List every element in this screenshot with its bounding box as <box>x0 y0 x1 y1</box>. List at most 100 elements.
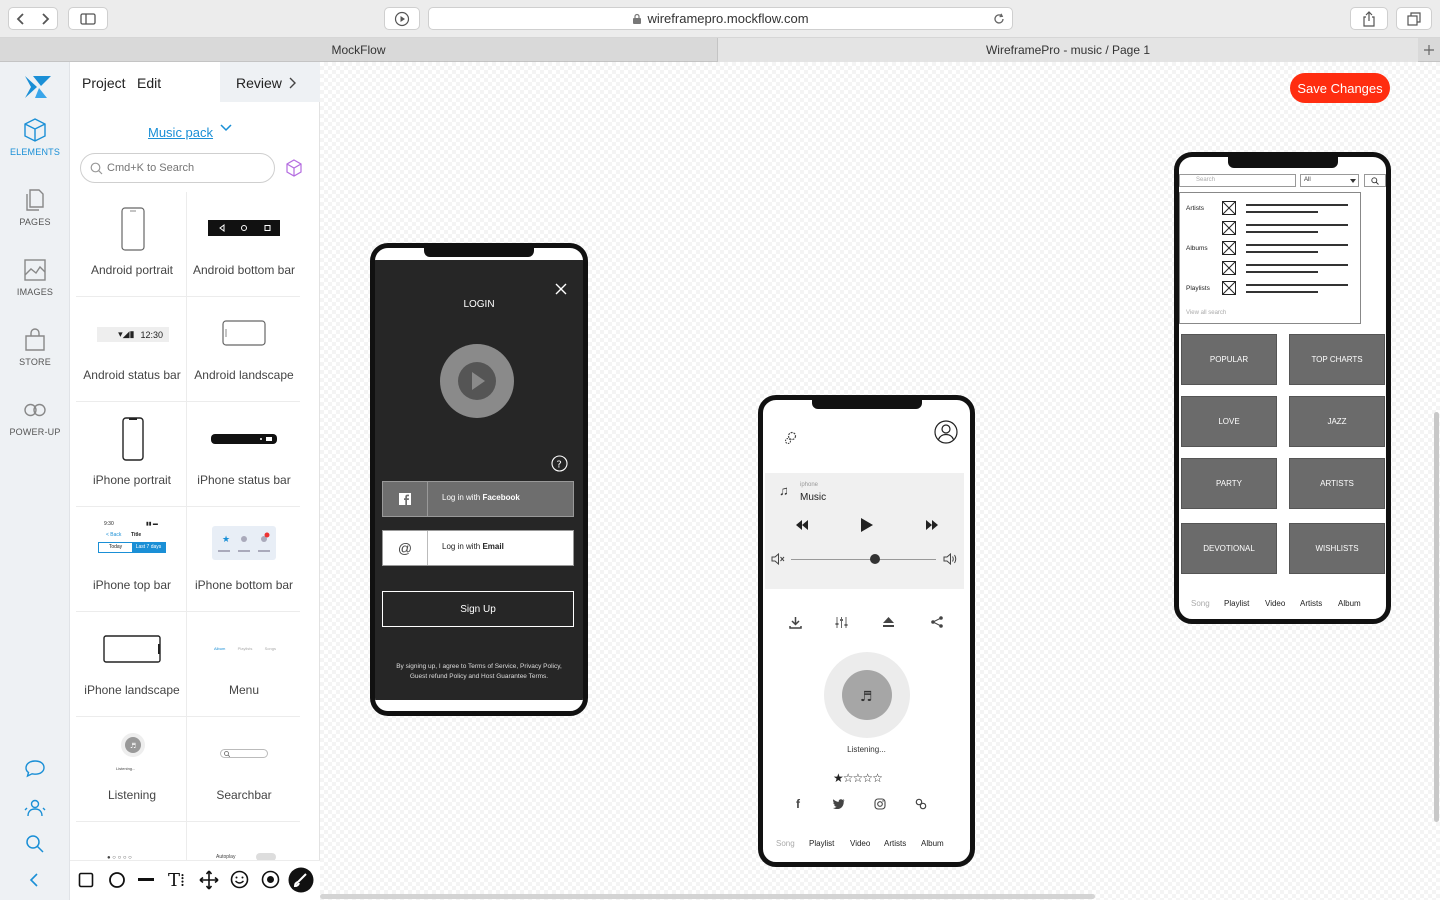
element-android-portrait[interactable]: Android portrait <box>76 193 188 297</box>
menu-project[interactable]: Project <box>82 75 126 91</box>
collapse-chevron-icon[interactable] <box>27 872 41 888</box>
category-tile[interactable]: LOVE <box>1181 396 1277 447</box>
menu-edit[interactable]: Edit <box>137 75 161 91</box>
nav-album[interactable]: Album <box>921 839 944 848</box>
facebook-login-button[interactable]: Log in with Facebook <box>382 481 574 517</box>
element-searchbar[interactable]: Searchbar <box>188 718 300 822</box>
facebook-icon[interactable]: f <box>796 797 800 811</box>
category-tile[interactable]: PARTY <box>1181 458 1277 509</box>
zoom-icon[interactable] <box>25 834 45 854</box>
nav-song[interactable]: Song <box>1191 599 1210 608</box>
profile-icon[interactable] <box>934 420 958 444</box>
nav-artists[interactable]: Artists <box>884 839 906 848</box>
rewind-icon[interactable] <box>795 519 809 531</box>
line-tool-icon[interactable] <box>138 878 154 882</box>
emoji-tool-icon[interactable] <box>230 870 249 889</box>
star-empty-icon[interactable]: ☆ <box>843 771 854 785</box>
element-listening[interactable]: ♬ Listening... Listening <box>76 718 188 822</box>
play-circle-icon[interactable] <box>439 343 515 419</box>
design-canvas[interactable]: Save Changes LOGIN ? Log in with Faceboo… <box>320 62 1440 900</box>
review-button[interactable]: Review <box>220 62 320 102</box>
search-phone[interactable]: Search All Artists Albums Playlists View a… <box>1174 152 1391 624</box>
new-tab-button[interactable] <box>1418 38 1440 62</box>
category-tile[interactable]: ARTISTS <box>1289 458 1385 509</box>
reader-button[interactable] <box>384 7 420 30</box>
play-icon[interactable] <box>860 517 874 533</box>
element-iphone-status-bar[interactable]: iPhone status bar <box>188 403 300 507</box>
save-changes-button[interactable]: Save Changes <box>1290 73 1390 103</box>
share-button[interactable] <box>1350 7 1388 30</box>
instagram-icon[interactable] <box>874 798 886 810</box>
star-empty-icon[interactable]: ☆ <box>853 771 864 785</box>
element-android-status-bar[interactable]: ▾◢▮ 12:30 Android status bar <box>76 298 188 402</box>
nav-playlist[interactable]: Playlist <box>809 839 834 848</box>
category-tile[interactable]: JAZZ <box>1289 396 1385 447</box>
login-phone[interactable]: LOGIN ? Log in with Facebook @ Log in wi… <box>370 243 588 716</box>
rail-powerup[interactable]: POWER-UP <box>0 397 70 437</box>
nav-video[interactable]: Video <box>850 839 870 848</box>
tab-mockflow[interactable]: MockFlow <box>0 38 718 62</box>
team-icon[interactable] <box>24 797 46 819</box>
star-empty-icon[interactable]: ☆ <box>862 771 873 785</box>
player-phone[interactable]: ♫ iphone Music ♬ Listening... ★☆☆☆☆ f So… <box>758 395 975 867</box>
tabs-overview-button[interactable] <box>1396 7 1432 30</box>
settings-gears-icon[interactable] <box>783 430 799 446</box>
search-box[interactable] <box>80 153 275 183</box>
volume-up-icon[interactable] <box>943 553 958 565</box>
brush-tool-icon[interactable] <box>288 867 314 893</box>
volume-mute-icon[interactable] <box>771 553 785 565</box>
sidebar-toggle-button[interactable] <box>68 7 108 30</box>
forward-icon[interactable] <box>39 12 51 26</box>
link-icon[interactable] <box>915 798 927 810</box>
search-input[interactable] <box>107 159 267 177</box>
mockflow-logo-icon[interactable] <box>23 74 53 100</box>
element-android-landscape[interactable]: Android landscape <box>188 298 300 402</box>
nav-artists[interactable]: Artists <box>1300 599 1322 608</box>
element-android-bottom-bar[interactable]: Android bottom bar <box>188 193 300 297</box>
rail-images[interactable]: IMAGES <box>0 257 70 297</box>
element-iphone-portrait[interactable]: iPhone portrait <box>76 403 188 507</box>
star-filled-icon[interactable]: ★ <box>833 771 844 785</box>
category-tile[interactable]: POPULAR <box>1181 334 1277 385</box>
horizontal-scrollbar[interactable] <box>320 894 1095 899</box>
package-icon[interactable] <box>285 159 303 177</box>
twitter-icon[interactable] <box>833 799 845 809</box>
element-iphone-top-bar[interactable]: 9:30 ▮▮ ▬ < Back Title Today Last 7 days… <box>76 508 188 612</box>
element-menu[interactable]: Album Playlists Songs Menu <box>188 613 300 717</box>
nav-song[interactable]: Song <box>776 839 795 848</box>
search-submit-button[interactable] <box>1364 174 1386 187</box>
star-rating[interactable]: ★☆☆☆☆ <box>833 771 883 785</box>
category-tile[interactable]: TOP CHARTS <box>1289 334 1385 385</box>
signup-button[interactable]: Sign Up <box>382 591 574 627</box>
move-tool-icon[interactable] <box>199 870 219 890</box>
rail-pages[interactable]: PAGES <box>0 187 70 227</box>
back-icon[interactable] <box>15 12 27 26</box>
filter-dropdown[interactable]: All <box>1300 174 1359 187</box>
rail-elements[interactable]: ELEMENTS <box>0 117 70 157</box>
share-icon[interactable] <box>931 616 943 628</box>
rectangle-tool-icon[interactable] <box>78 872 94 888</box>
tab-wireframepro[interactable]: WireframePro - music / Page 1 <box>718 38 1418 62</box>
volume-slider[interactable] <box>791 559 936 560</box>
nav-playlist[interactable]: Playlist <box>1224 599 1249 608</box>
nav-video[interactable]: Video <box>1265 599 1285 608</box>
star-empty-icon[interactable]: ☆ <box>872 771 883 785</box>
volume-knob[interactable] <box>870 554 881 564</box>
chevron-down-icon[interactable] <box>220 123 232 133</box>
download-icon[interactable] <box>789 616 802 629</box>
fast-forward-icon[interactable] <box>925 519 939 531</box>
target-tool-icon[interactable] <box>261 870 280 889</box>
eject-icon[interactable] <box>882 616 895 628</box>
address-bar[interactable]: wireframepro.mockflow.com <box>428 7 1013 30</box>
element-iphone-landscape[interactable]: iPhone landscape <box>76 613 188 717</box>
category-tile[interactable]: WISHLISTS <box>1289 523 1385 574</box>
vertical-scrollbar[interactable] <box>1434 412 1439 822</box>
close-icon[interactable] <box>555 283 567 295</box>
chat-icon[interactable] <box>24 759 46 779</box>
category-tile[interactable]: DEVOTIONAL <box>1181 523 1277 574</box>
search-input-mock[interactable]: Search <box>1179 174 1296 187</box>
view-all-link[interactable]: View all search <box>1186 310 1226 316</box>
reload-icon[interactable] <box>992 12 1006 26</box>
equalizer-icon[interactable] <box>835 616 848 629</box>
element-iphone-bottom-bar[interactable]: ★ iPhone bottom bar <box>188 508 300 612</box>
